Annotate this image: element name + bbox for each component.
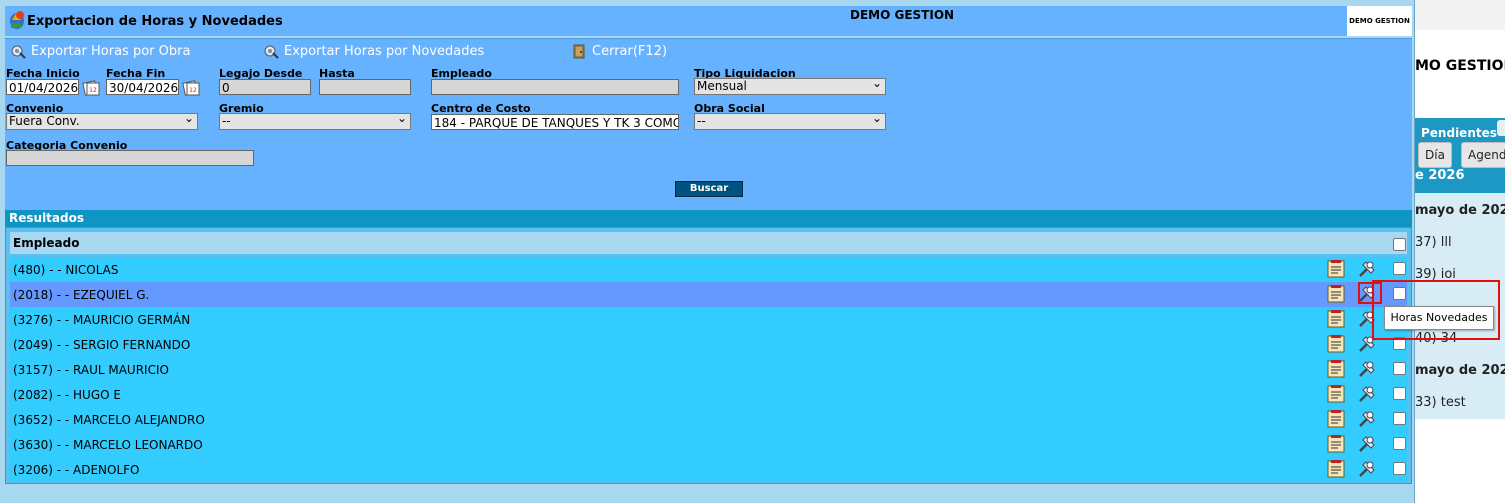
row-checkbox[interactable] xyxy=(1393,387,1406,400)
table-row[interactable]: (2082) - - HUGO E xyxy=(10,382,1407,407)
results-table: Empleado (480) - - NICOLAS (2018) - - EZE… xyxy=(5,227,1412,484)
export-hours-by-novelties-button[interactable]: Exportar Horas por Novedades xyxy=(263,43,484,59)
select-all-checkbox[interactable] xyxy=(1393,238,1406,251)
close-button[interactable]: Cerrar(F12) xyxy=(571,43,667,59)
pending-icon[interactable] xyxy=(1497,120,1505,136)
background-title: MO GESTION xyxy=(1415,58,1505,74)
toolbar-label: Cerrar(F12) xyxy=(592,43,668,59)
document-icon[interactable] xyxy=(1326,310,1346,328)
pending-label[interactable]: Pendientes xyxy=(1421,126,1497,140)
table-row[interactable]: (3276) - - MAURICIO GERMÁN xyxy=(10,307,1407,332)
employee-name: (3157) - - RAUL MAURICIO xyxy=(13,363,169,377)
document-icon[interactable] xyxy=(1326,435,1346,453)
search-button[interactable]: Buscar xyxy=(675,181,743,197)
table-row[interactable]: (3206) - - ADENOLFO xyxy=(10,457,1407,482)
row-checkbox[interactable] xyxy=(1393,437,1406,450)
document-icon[interactable] xyxy=(1326,260,1346,278)
agenda-entry[interactable]: 37) lll xyxy=(1415,235,1452,250)
agenda-year-label: e 2026 xyxy=(1415,168,1465,183)
background-top-strip xyxy=(1405,0,1505,30)
employee-name: (2049) - - SERGIO FERNANDO xyxy=(13,338,191,352)
window-title: Exportacion de Horas y Novedades xyxy=(27,14,283,29)
row-checkbox[interactable] xyxy=(1393,462,1406,475)
calendar-icon[interactable]: 12 xyxy=(182,79,200,97)
row-checkbox[interactable] xyxy=(1393,412,1406,425)
day-view-button[interactable]: Día xyxy=(1418,142,1452,168)
tooltip: Horas Novedades xyxy=(1384,306,1494,330)
table-row[interactable]: (3630) - - MARCELO LEONARDO xyxy=(10,432,1407,457)
company-name: DEMO GESTION xyxy=(850,8,955,22)
tipo-liquidacion-select[interactable]: Mensual xyxy=(694,78,886,95)
employee-name: (3630) - - MARCELO LEONARDO xyxy=(13,438,203,452)
employee-name: (480) - - NICOLAS xyxy=(13,263,119,277)
row-checkbox[interactable] xyxy=(1393,262,1406,275)
table-row[interactable]: (2049) - - SERGIO FERNANDO xyxy=(10,332,1407,357)
export-window: Exportacion de Horas y Novedades DEMO GE… xyxy=(0,0,1415,503)
document-icon[interactable] xyxy=(1326,385,1346,403)
empleado-field[interactable] xyxy=(431,79,679,95)
hours-novelties-icon[interactable] xyxy=(1357,384,1377,404)
employee-name: (3206) - - ADENOLFO xyxy=(13,463,140,477)
table-row[interactable]: (3157) - - RAUL MAURICIO xyxy=(10,357,1407,382)
export-hours-by-project-button[interactable]: Exportar Horas por Obra xyxy=(10,43,190,59)
employee-name: (2082) - - HUGO E xyxy=(13,388,121,402)
calendar-icon[interactable]: 12 xyxy=(82,79,100,97)
toolbar: Exportar Horas por Obra Exportar Horas p… xyxy=(5,38,1412,64)
employee-name: (3276) - - MAURICIO GERMÁN xyxy=(13,313,191,327)
gear-export-icon xyxy=(11,45,26,59)
agenda-entry[interactable]: 33) test xyxy=(1415,395,1466,410)
document-icon[interactable] xyxy=(1326,360,1346,378)
gear-export-icon xyxy=(264,45,279,59)
obra-social-select[interactable]: -- xyxy=(694,113,886,130)
fecha-fin-field[interactable]: 30/04/2026 xyxy=(106,79,179,95)
results-header: Resultados xyxy=(5,210,1412,227)
fecha-inicio-field[interactable]: 01/04/2026 xyxy=(6,79,79,95)
background-page: MO GESTION Pendientes Día Agend e 2026 m… xyxy=(1405,0,1505,503)
company-logo: DEMO GESTION xyxy=(1347,6,1412,36)
document-icon[interactable] xyxy=(1326,335,1346,353)
row-checkbox[interactable] xyxy=(1393,362,1406,375)
hours-novelties-icon[interactable] xyxy=(1357,459,1377,479)
hours-novelties-icon[interactable] xyxy=(1357,434,1377,454)
table-row[interactable]: (480) - - NICOLAS xyxy=(10,257,1407,282)
convenio-select[interactable]: Fuera Conv. xyxy=(6,113,198,130)
table-header: Empleado xyxy=(10,232,1407,254)
table-row[interactable]: (2018) - - EZEQUIEL G. xyxy=(10,282,1407,307)
categoria-convenio-field[interactable] xyxy=(6,150,254,166)
hours-novelties-icon[interactable] xyxy=(1357,359,1377,379)
document-icon[interactable] xyxy=(1326,410,1346,428)
svg-text:12: 12 xyxy=(89,87,97,94)
hasta-field[interactable] xyxy=(319,79,411,95)
document-icon[interactable] xyxy=(1326,460,1346,478)
svg-text:12: 12 xyxy=(189,87,197,94)
toolbar-label: Exportar Horas por Obra xyxy=(31,43,191,59)
app-icon xyxy=(10,11,24,29)
hours-novelties-icon[interactable] xyxy=(1357,259,1377,279)
hours-novelties-icon[interactable] xyxy=(1357,409,1377,429)
gremio-select[interactable]: -- xyxy=(219,113,411,130)
document-icon[interactable] xyxy=(1326,285,1346,303)
centro-costo-field[interactable]: 184 - PARQUE DE TANQUES Y TK 3 COMOD xyxy=(431,114,679,130)
close-door-icon xyxy=(573,44,585,59)
agenda-date-header: mayo de 2026 xyxy=(1415,363,1505,378)
agenda-view-button[interactable]: Agend xyxy=(1461,142,1505,168)
agenda-date-header: mayo de 2026 xyxy=(1415,203,1505,218)
employee-name: (3652) - - MARCELO ALEJANDRO xyxy=(13,413,205,427)
column-empleado: Empleado xyxy=(13,236,80,250)
table-row[interactable]: (3652) - - MARCELO ALEJANDRO xyxy=(10,407,1407,432)
legajo-desde-field[interactable]: 0 xyxy=(219,79,311,95)
employee-name: (2018) - - EZEQUIEL G. xyxy=(13,288,150,302)
toolbar-label: Exportar Horas por Novedades xyxy=(284,43,485,59)
